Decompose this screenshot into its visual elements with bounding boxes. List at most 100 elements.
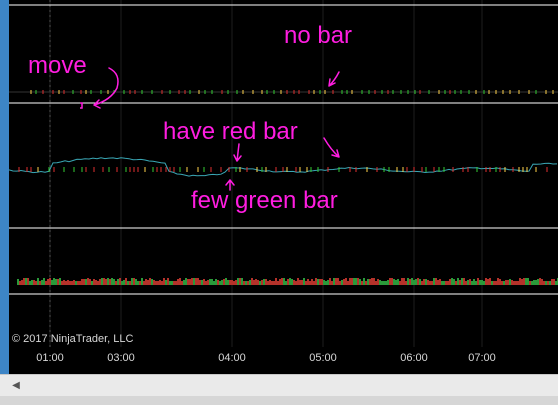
volume-bar <box>129 281 131 285</box>
volume-bar <box>385 281 387 285</box>
volume-bar <box>427 280 429 285</box>
volume-bar <box>415 279 417 285</box>
volume-bar <box>171 281 173 285</box>
volume-bar <box>535 280 537 285</box>
volume-bar <box>125 278 127 285</box>
volume-bar <box>163 278 165 285</box>
volume-bar <box>491 281 493 285</box>
volume-bar <box>181 281 183 285</box>
volume-bar <box>531 281 533 285</box>
volume-bar <box>213 281 215 285</box>
volume-bar <box>31 280 33 285</box>
volume-bar <box>231 280 233 285</box>
volume-bar <box>191 278 193 285</box>
volume-bar <box>421 281 423 285</box>
volume-bar <box>175 281 177 285</box>
volume-bar <box>409 279 411 285</box>
volume-bar <box>169 281 171 285</box>
volume-bar <box>23 278 25 285</box>
volume-bar <box>49 278 51 285</box>
volume-bar <box>45 281 47 285</box>
volume-bar <box>403 278 405 285</box>
chart-canvas[interactable] <box>9 0 558 347</box>
volume-bar <box>179 278 181 285</box>
volume-bar <box>311 279 313 285</box>
volume-bar <box>243 281 245 285</box>
volume-bar <box>35 281 37 285</box>
volume-bar <box>353 278 355 285</box>
chart-plot-area[interactable] <box>9 0 558 347</box>
volume-bar <box>261 280 263 285</box>
annotation-arrow-icon <box>328 71 340 87</box>
volume-bar <box>111 278 113 285</box>
volume-bar <box>485 278 487 285</box>
volume-bar <box>271 281 273 285</box>
volume-bar <box>381 281 383 285</box>
volume-bar <box>383 281 385 285</box>
volume-bar <box>273 281 275 285</box>
volume-bar <box>513 281 515 285</box>
volume-bar <box>93 279 95 285</box>
volume-bar <box>541 279 543 285</box>
volume-bar <box>555 281 557 285</box>
volume-bar <box>229 280 231 285</box>
scroll-left-arrow-icon[interactable]: ◀ <box>9 375 23 397</box>
volume-bar <box>367 279 369 285</box>
volume-bar <box>91 281 93 285</box>
volume-bar <box>151 279 153 285</box>
volume-bar <box>477 278 479 285</box>
volume-bar <box>73 280 75 285</box>
volume-bar <box>165 280 167 285</box>
volume-bar <box>287 279 289 285</box>
volume-bar <box>275 278 277 285</box>
volume-bar <box>29 281 31 285</box>
volume-bar <box>397 279 399 285</box>
volume-bar <box>187 279 189 285</box>
volume-bar <box>539 278 541 285</box>
annotation-arrow-icon <box>323 137 340 158</box>
volume-bar <box>347 281 349 285</box>
volume-bar <box>371 278 373 285</box>
volume-bar <box>301 280 303 285</box>
volume-bar <box>537 279 539 285</box>
volume-bar <box>511 280 513 285</box>
volume-bar <box>203 279 205 285</box>
volume-bar <box>27 278 29 285</box>
volume-bar <box>263 279 265 285</box>
volume-bar <box>51 280 53 285</box>
volume-bar <box>127 281 129 285</box>
volume-bar <box>105 279 107 285</box>
volume-bar <box>205 281 207 285</box>
volume-bar <box>225 278 227 285</box>
volume-bar <box>471 281 473 285</box>
time-axis-label-0600: 06:00 <box>400 352 428 364</box>
volume-bar <box>453 279 455 285</box>
volume-bar <box>355 278 357 285</box>
annotation-no-bar: no bar <box>284 22 353 49</box>
volume-bar <box>269 280 271 285</box>
volume-bar <box>249 280 251 285</box>
volume-bar <box>365 281 367 285</box>
volume-bar <box>527 278 529 285</box>
volume-bar <box>255 279 257 285</box>
volume-bar <box>99 279 101 285</box>
volume-bar <box>339 281 341 285</box>
annotation-arrow-icon <box>93 67 119 109</box>
volume-bar <box>553 279 555 285</box>
volume-bar <box>115 281 117 285</box>
volume-bar <box>199 280 201 285</box>
volume-bar <box>153 280 155 285</box>
volume-bar <box>479 280 481 285</box>
volume-bar <box>435 278 437 285</box>
volume-bar <box>519 278 521 285</box>
volume-bar <box>55 279 57 285</box>
volume-bar <box>259 281 261 285</box>
volume-bar <box>549 281 551 285</box>
volume-bar <box>85 279 87 285</box>
volume-bar <box>489 278 491 285</box>
volume-bar <box>285 281 287 285</box>
volume-bar <box>219 281 221 285</box>
volume-bar <box>161 281 163 285</box>
horizontal-scrollbar[interactable]: ◀ <box>0 374 558 397</box>
volume-bar <box>139 281 141 285</box>
